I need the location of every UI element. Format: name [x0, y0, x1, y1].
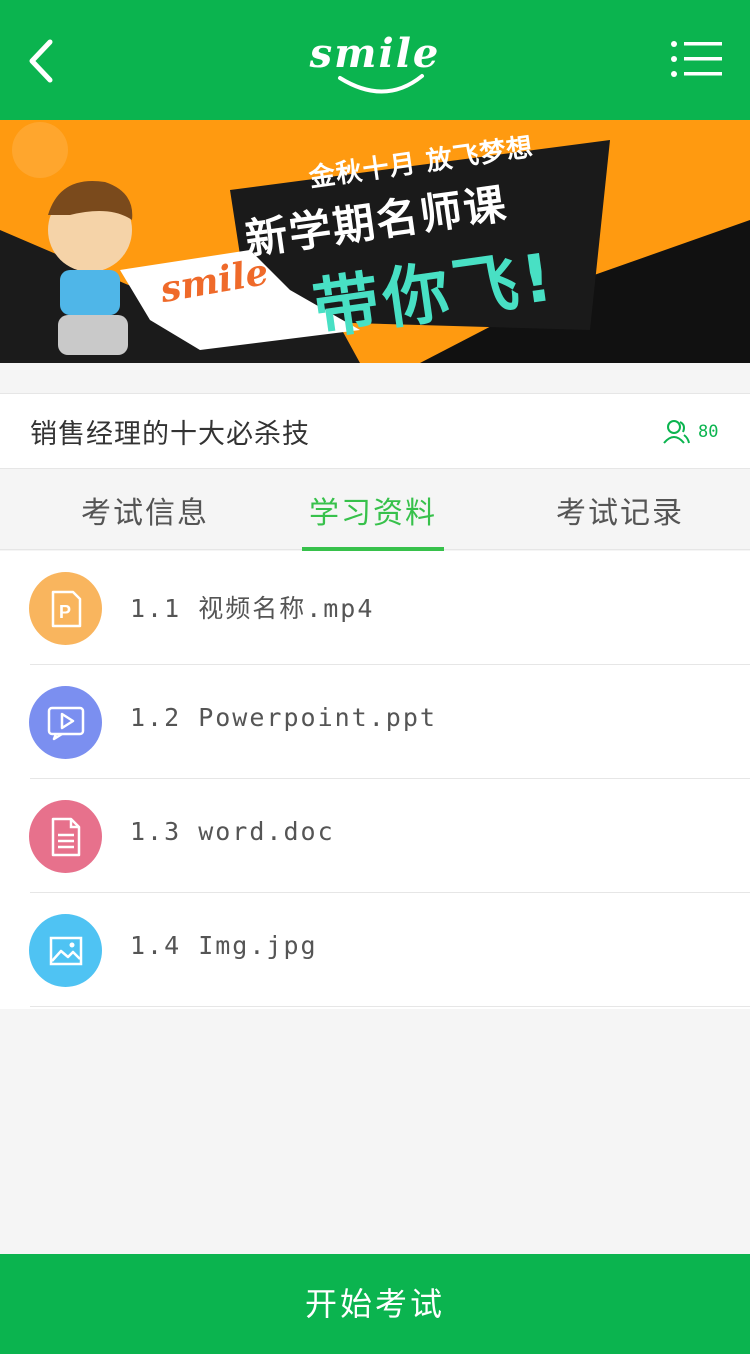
course-title: 销售经理的十大必杀技 [30, 419, 310, 450]
top-header: smile [0, 0, 750, 120]
tab-study-materials[interactable]: 学习资料 [302, 470, 444, 551]
list-item[interactable]: 1.4 Img.jpg [0, 893, 750, 1007]
course-info-bar: 销售经理的十大必杀技 80 [0, 393, 750, 469]
tab-bar: 考试信息 学习资料 考试记录 [0, 470, 750, 551]
promo-banner[interactable]: 金秋十月 放飞梦想 新学期名师课 带你飞! smile [0, 120, 750, 363]
tab-label: 考试记录 [556, 496, 684, 531]
tab-label: 学习资料 [309, 496, 437, 531]
svg-text:P: P [59, 602, 71, 622]
video-icon [29, 686, 102, 759]
users-icon [663, 420, 690, 444]
list-item[interactable]: 1.2 Powerpoint.ppt [0, 665, 750, 779]
learner-count: 80 [662, 418, 718, 446]
tab-exam-records[interactable]: 考试记录 [520, 470, 720, 550]
tab-exam-info[interactable]: 考试信息 [40, 470, 250, 550]
material-label: 1.1 视频名称.mp4 [130, 594, 375, 623]
chevron-left-icon [29, 39, 53, 83]
back-button[interactable] [22, 36, 66, 86]
document-icon [29, 800, 102, 873]
list-item[interactable]: P 1.1 视频名称.mp4 [0, 551, 750, 665]
brand-logo: smile [300, 20, 450, 100]
start-exam-button[interactable]: 开始考试 [0, 1254, 750, 1354]
material-label: 1.2 Powerpoint.ppt [130, 703, 437, 732]
menu-button[interactable] [670, 38, 726, 82]
learner-count-value: 80 [698, 422, 719, 442]
material-label: 1.4 Img.jpg [130, 931, 318, 960]
divider [30, 1006, 750, 1007]
ppt-icon: P [29, 572, 102, 645]
list-item[interactable]: 1.3 word.doc [0, 779, 750, 893]
tab-label: 考试信息 [81, 496, 209, 531]
material-label: 1.3 word.doc [130, 817, 335, 846]
materials-list: P 1.1 视频名称.mp4 1.2 Powerpoint.ppt 1.3 wo… [0, 551, 750, 1009]
image-icon [29, 914, 102, 987]
list-menu-icon [671, 41, 722, 77]
